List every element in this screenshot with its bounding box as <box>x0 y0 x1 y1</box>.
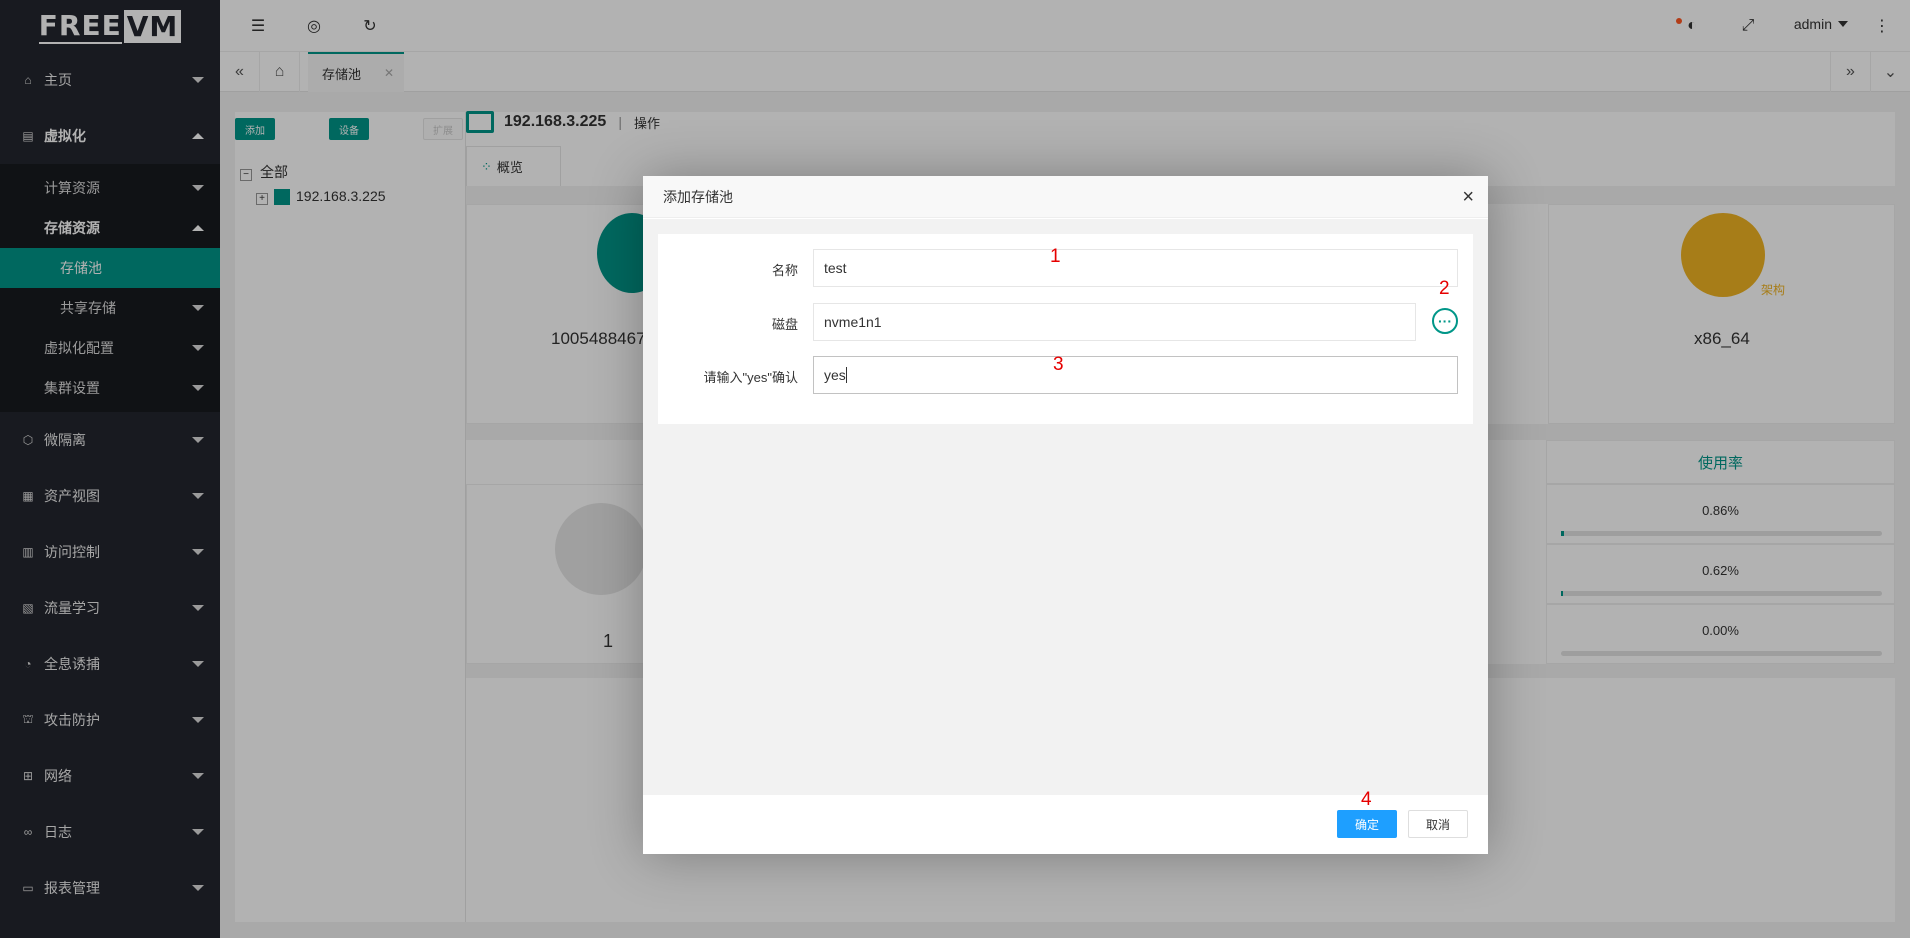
form-card: 名称 test 1 磁盘 nvme1n1 ··· 2 请输入"yes"确认 ye… <box>658 234 1473 424</box>
select-disk-button[interactable]: ··· <box>1432 308 1458 334</box>
cancel-button[interactable]: 取消 <box>1408 810 1468 838</box>
name-input-value: test <box>824 260 847 276</box>
confirm-input-value: yes <box>824 367 846 383</box>
annotation-2: 2 <box>1439 278 1450 299</box>
confirm-input[interactable]: yes <box>813 356 1458 394</box>
disk-input-value: nvme1n1 <box>824 314 882 330</box>
annotation-1: 1 <box>1050 246 1061 267</box>
disk-label: 磁盘 <box>771 317 798 332</box>
confirm-label: 请输入"yes"确认 <box>703 370 798 385</box>
dialog-title-bar: 添加存储池 × <box>643 176 1488 218</box>
text-cursor <box>845 367 847 383</box>
annotation-4: 4 <box>1361 789 1372 810</box>
close-icon[interactable]: × <box>1462 176 1474 218</box>
name-input[interactable]: test <box>813 249 1458 287</box>
dialog-body: 名称 test 1 磁盘 nvme1n1 ··· 2 请输入"yes"确认 ye… <box>643 219 1488 795</box>
dialog-title: 添加存储池 <box>663 189 733 205</box>
annotation-3: 3 <box>1053 354 1064 375</box>
name-label: 名称 <box>771 263 798 278</box>
dialog-footer: 4 确定 取消 <box>643 789 1488 854</box>
confirm-button[interactable]: 确定 <box>1337 810 1397 838</box>
add-storage-pool-dialog: 添加存储池 × 名称 test 1 磁盘 nvme1n1 ··· 2 请输入"y… <box>643 176 1488 854</box>
disk-input[interactable]: nvme1n1 <box>813 303 1416 341</box>
